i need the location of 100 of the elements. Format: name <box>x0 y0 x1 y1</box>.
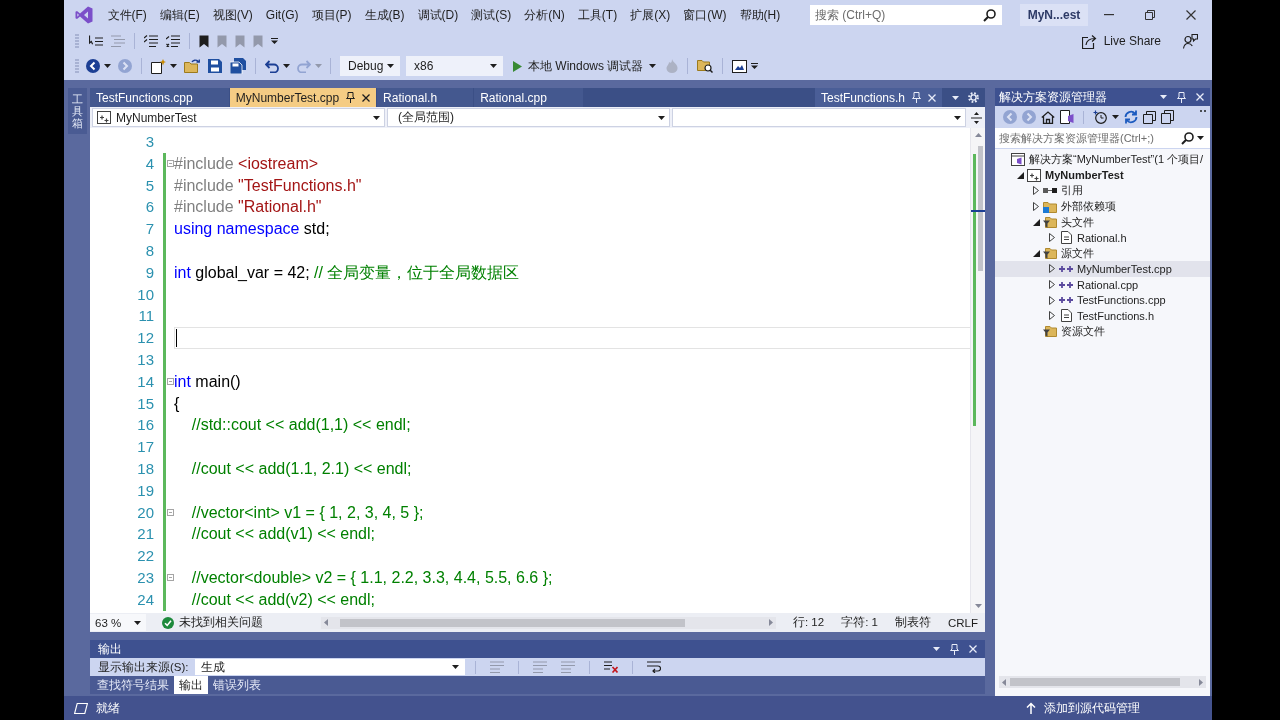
page-icon[interactable] <box>1060 110 1074 124</box>
scroll-left-icon[interactable] <box>324 619 328 626</box>
expander-icon[interactable] <box>1049 264 1055 274</box>
vertical-scrollbar[interactable] <box>970 128 985 613</box>
scrollbar-thumb[interactable] <box>1010 678 1180 686</box>
pages-icon[interactable] <box>1161 110 1174 124</box>
document-tab[interactable]: Rational.cpp <box>474 88 583 107</box>
search-field[interactable]: 搜索 (Ctrl+Q) <box>810 5 1002 25</box>
search-field[interactable]: 搜索解决方案资源管理器(Ctrl+;) <box>995 128 1210 148</box>
minimize-icon[interactable] <box>1103 14 1114 16</box>
configuration-dropdown[interactable]: Debug <box>340 56 400 76</box>
sync-icon[interactable] <box>1124 110 1138 124</box>
expander-icon[interactable] <box>1032 218 1040 226</box>
save-all-icon[interactable] <box>230 58 246 74</box>
source-control-button[interactable]: 添加到源代码管理 <box>1026 699 1140 717</box>
new-page-icon[interactable] <box>151 58 166 74</box>
folder-search-icon[interactable] <box>697 59 714 73</box>
tree-item[interactable]: 外部依赖项 <box>995 198 1210 215</box>
pin-icon[interactable] <box>346 92 356 103</box>
platform-dropdown[interactable]: x86 <box>406 56 503 76</box>
caret-icon[interactable] <box>952 95 959 100</box>
tree-item[interactable]: MyNumberTest <box>995 167 1210 184</box>
menu-item[interactable]: 视图(V) <box>206 5 260 25</box>
grip-handle[interactable] <box>75 34 79 48</box>
document-tab[interactable]: TestFunctions.cpp <box>90 88 229 107</box>
tree-item[interactable]: Rational.cpp <box>995 276 1210 293</box>
zoom-dropdown[interactable]: 63 % <box>90 614 146 631</box>
panel-tab[interactable]: 查找符号结果 <box>92 676 174 694</box>
tree-item[interactable]: 解决方案“MyNumberTest”(1 个项目/ <box>995 152 1210 168</box>
settings-icon[interactable] <box>968 92 979 103</box>
cursor-lines-icon[interactable] <box>89 35 103 47</box>
overflow-icon[interactable] <box>271 38 278 44</box>
menu-item[interactable]: 编辑(E) <box>153 5 207 25</box>
scroll-down-icon[interactable] <box>974 604 982 608</box>
issues-status[interactable]: 未找到相关问题 <box>162 615 263 630</box>
restore-icon[interactable] <box>1145 10 1155 20</box>
scroll-up-icon[interactable] <box>974 133 982 137</box>
folder-icon[interactable] <box>184 59 200 73</box>
feedback-icon[interactable] <box>1183 33 1198 49</box>
comment-lines-icon[interactable] <box>144 35 158 47</box>
clear-lines-icon[interactable] <box>603 661 618 673</box>
search-icon[interactable] <box>1181 131 1194 145</box>
picture-icon[interactable] <box>732 59 748 73</box>
tree-item[interactable]: MyNumberTest.cpp <box>995 261 1210 277</box>
tree-item[interactable]: Rational.h <box>995 229 1210 246</box>
menu-item[interactable]: 扩展(X) <box>623 5 677 25</box>
menu-item[interactable]: 测试(S) <box>464 5 518 25</box>
document-tab[interactable]: MyNumberTest.cpp <box>229 88 377 107</box>
project-dropdown[interactable]: MyNumberTest <box>92 108 385 127</box>
panel-tab[interactable]: 输出 <box>174 676 208 694</box>
tree-item[interactable]: 头文件 <box>995 214 1210 230</box>
horizontal-scrollbar[interactable] <box>321 616 776 629</box>
expander-icon[interactable] <box>1049 311 1055 321</box>
undo-icon[interactable] <box>265 59 279 73</box>
word-wrap-icon[interactable] <box>646 661 661 673</box>
home-icon[interactable] <box>1041 110 1055 124</box>
clock-icon[interactable] <box>1093 110 1107 124</box>
menu-item[interactable]: 窗口(W) <box>676 5 733 25</box>
expander-icon[interactable] <box>1049 233 1055 243</box>
caret-icon[interactable] <box>1160 95 1167 99</box>
scroll-right-icon[interactable] <box>769 619 773 626</box>
scope-dropdown[interactable]: (全局范围) <box>387 108 670 127</box>
expander-icon[interactable] <box>1032 249 1040 257</box>
close-icon[interactable] <box>362 93 371 102</box>
live-share-button[interactable]: Live Share <box>1081 33 1161 49</box>
expander-icon[interactable] <box>1016 171 1024 179</box>
bookmark-icon[interactable] <box>199 34 209 48</box>
menu-item[interactable]: 帮助(H) <box>733 5 787 25</box>
menu-item[interactable]: 项目(P) <box>305 5 358 25</box>
menu-item[interactable]: 生成(B) <box>358 5 411 25</box>
grip-handle[interactable] <box>75 59 79 73</box>
start-debugging-button[interactable]: 本地 Windows 调试器 <box>513 57 657 75</box>
search-icon[interactable] <box>983 8 996 22</box>
split-icon[interactable] <box>971 111 982 124</box>
caret-icon[interactable] <box>283 64 290 68</box>
output-source-dropdown[interactable]: 生成 <box>194 659 465 675</box>
arrow-left-icon[interactable] <box>86 59 100 73</box>
expander-icon[interactable] <box>1033 202 1039 212</box>
caret-icon[interactable] <box>104 64 111 68</box>
menu-item[interactable]: 分析(N) <box>517 5 572 25</box>
menu-item[interactable]: 文件(F) <box>101 5 154 25</box>
document-tab[interactable]: Rational.h <box>377 88 474 107</box>
tree-item[interactable]: TestFunctions.cpp <box>995 292 1210 308</box>
scrollbar-thumb[interactable] <box>340 618 685 627</box>
menu-item[interactable]: Git(G) <box>259 5 305 25</box>
save-icon[interactable] <box>208 59 222 73</box>
tree-item[interactable]: TestFunctions.h <box>995 307 1210 324</box>
expander-icon[interactable] <box>1049 295 1055 305</box>
panel-tab[interactable]: 错误列表 <box>208 676 266 694</box>
toolbox-tab[interactable]: 工具箱 <box>67 88 87 135</box>
tree-item[interactable]: 资源文件 <box>995 323 1210 340</box>
menu-item[interactable]: 调试(D) <box>411 5 465 25</box>
expander-icon[interactable] <box>1033 186 1039 196</box>
caret-icon[interactable] <box>170 64 177 68</box>
caret-icon[interactable] <box>1112 115 1119 119</box>
scrollbar-thumb[interactable] <box>978 146 983 271</box>
horizontal-scrollbar[interactable] <box>999 676 1206 688</box>
overflow-icon[interactable] <box>751 63 759 69</box>
menu-item[interactable]: 工具(T) <box>571 5 624 25</box>
expander-icon[interactable] <box>1049 280 1055 290</box>
